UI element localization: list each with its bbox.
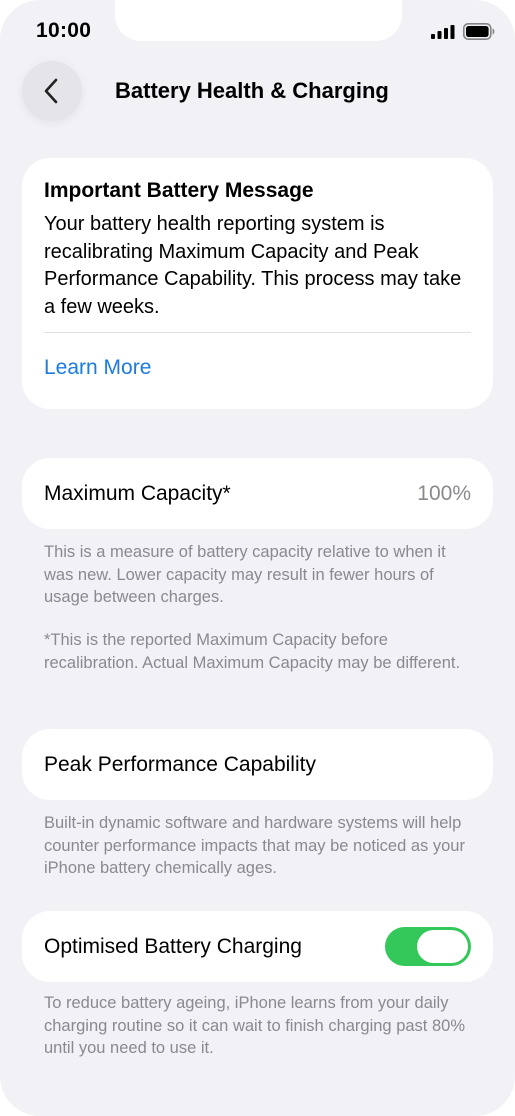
optimised-charging-label: Optimised Battery Charging <box>44 934 302 958</box>
optimised-charging-toggle[interactable] <box>385 927 471 966</box>
signal-icon <box>431 25 455 39</box>
back-button[interactable] <box>22 61 82 121</box>
message-body: Your battery health reporting system is … <box>44 213 462 318</box>
maximum-capacity-row: Maximum Capacity* 100% <box>22 458 493 529</box>
maximum-capacity-label: Maximum Capacity* <box>44 481 231 505</box>
settings-screen: 10:00 Battery Health & Charging Importan… <box>0 0 515 1116</box>
status-time: 10:00 <box>36 19 92 42</box>
maximum-capacity-value: 100% <box>417 481 471 505</box>
peak-performance-row: Peak Performance Capability <box>22 729 493 800</box>
divider <box>44 332 471 334</box>
optimised-charging-description: To reduce battery ageing, iPhone learns … <box>44 994 465 1057</box>
learn-more-link[interactable]: Learn More <box>44 356 471 380</box>
dynamic-island <box>115 0 402 41</box>
capacity-recalibration-note: *This is the reported Maximum Capacity b… <box>44 631 461 672</box>
important-battery-message-card: Important Battery Message Your battery h… <box>22 158 493 409</box>
peak-performance-description: Built-in dynamic software and hardware s… <box>44 814 465 877</box>
peak-performance-label: Peak Performance Capability <box>44 752 316 776</box>
chevron-left-icon <box>44 78 58 104</box>
battery-icon <box>463 23 495 40</box>
optimised-charging-row: Optimised Battery Charging <box>22 911 493 982</box>
capacity-description: This is a measure of battery capacity re… <box>44 543 446 606</box>
page-title: Battery Health & Charging <box>115 78 389 103</box>
toggle-knob <box>417 930 468 963</box>
message-title: Important Battery Message <box>44 179 314 202</box>
